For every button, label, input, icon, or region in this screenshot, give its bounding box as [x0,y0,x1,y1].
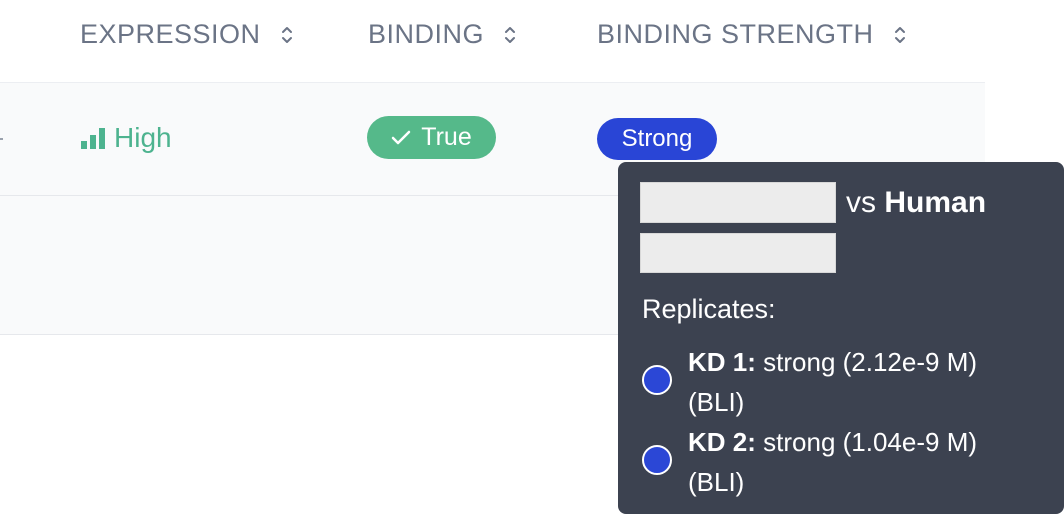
column-header-binding-strength[interactable]: BINDING STRENGTH [597,19,908,50]
binding-value: True [421,123,472,151]
comparison-title: vs Human [846,186,986,220]
expression-cell: High [80,122,172,154]
replicate-item: KD 1: strong (2.12e-9 M) (BLI) [642,342,1028,422]
replicate-dot-icon [642,365,672,395]
column-header-binding[interactable]: BINDING [368,19,518,50]
signal-bars-icon [81,128,105,149]
table-header: EXPRESSION BINDING BINDING STRENGTH [0,0,985,82]
expression-value: High [114,122,172,153]
replicate-item: KD 2: strong (1.04e-9 M) (BLI) [642,422,1028,502]
column-header-binding-label: BINDING [368,19,485,49]
replicate-key: KD 1: [688,347,756,377]
replicates-label: Replicates: [642,294,776,324]
species-name: Human [884,186,987,219]
column-header-binding-strength-label: BINDING STRENGTH [597,19,874,49]
binding-strength-value: Strong [621,125,693,152]
column-header-expression-label: EXPRESSION [80,19,261,49]
column-header-expression[interactable]: EXPRESSION [80,19,295,50]
replicate-dot-icon [642,445,672,475]
binding-strength-tooltip: vs Human Replicates: KD 1: strong (2.12e… [618,162,1064,514]
row-edge-marker [0,138,3,140]
redacted-field [640,182,836,223]
binding-badge: True [367,116,496,159]
binding-strength-badge[interactable]: Strong [597,118,717,160]
vs-prefix: vs [846,186,876,219]
page: EXPRESSION BINDING BINDING STRENGTH High… [0,0,1064,528]
check-icon [392,130,411,144]
redacted-field [640,233,836,273]
sort-icon[interactable] [892,22,908,48]
sort-icon[interactable] [279,22,295,48]
replicate-key: KD 2: [688,427,756,457]
sort-icon[interactable] [502,22,518,48]
replicate-text: KD 1: strong (2.12e-9 M) (BLI) [688,342,1028,422]
replicate-text: KD 2: strong (1.04e-9 M) (BLI) [688,422,1028,502]
